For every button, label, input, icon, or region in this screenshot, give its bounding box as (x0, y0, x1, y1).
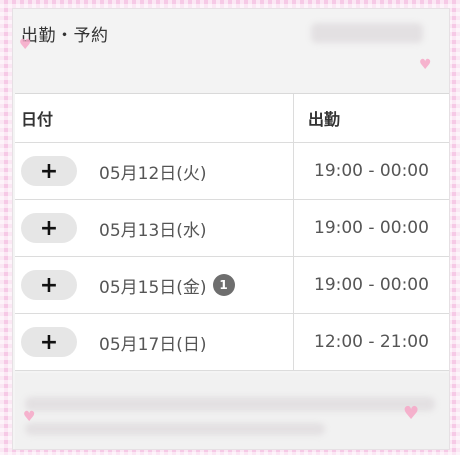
add-reservation-button[interactable]: + (21, 156, 77, 186)
table-row: + 05月13日(水) 19:00 - 00:00 (15, 200, 449, 257)
schedule-table: 日付 出勤 + 05月12日(火) 19:00 - 00:00 + 05月13日… (15, 93, 449, 371)
date-cell: + 05月15日(金) 1 (15, 257, 294, 313)
table-row: + 05月12日(火) 19:00 - 00:00 (15, 143, 449, 200)
reservation-count-badge: 1 (212, 274, 235, 296)
date-label: 05月12日(火) (99, 163, 207, 184)
shift-column-header: 出勤 (308, 110, 341, 129)
shift-time: 19:00 - 00:00 (314, 218, 429, 238)
blurred-footer-content (25, 423, 325, 435)
table-header-row: 日付 出勤 (15, 94, 449, 143)
table-row: + 05月17日(日) 12:00 - 21:00 (15, 314, 449, 371)
date-cell: + 05月13日(水) (15, 200, 294, 256)
date-label: 05月17日(日) (99, 334, 207, 355)
shift-cell: 19:00 - 00:00 (294, 143, 449, 199)
panel-header: 出勤・予約 ♥ ♥ (13, 9, 449, 93)
shift-time: 12:00 - 21:00 (314, 332, 429, 352)
heart-decoration-icon: ♥ (403, 403, 420, 424)
date-label: 05月13日(水) (99, 220, 207, 241)
table-row: + 05月15日(金) 1 19:00 - 00:00 (15, 257, 449, 314)
shift-time: 19:00 - 00:00 (314, 275, 429, 295)
add-reservation-button[interactable]: + (21, 270, 77, 300)
blurred-header-link[interactable] (311, 23, 423, 43)
date-label: 05月15日(金) (99, 277, 207, 298)
date-cell: + 05月12日(火) (15, 143, 294, 199)
heart-decoration-icon: ♥ (19, 37, 32, 53)
date-column-header: 日付 (15, 94, 294, 142)
add-reservation-button[interactable]: + (21, 213, 77, 243)
add-reservation-button[interactable]: + (21, 327, 77, 357)
schedule-panel: 出勤・予約 ♥ ♥ 日付 出勤 + 05月12日(火) 19:00 - 00:0… (12, 8, 450, 450)
blurred-footer: ♥ ♥ (15, 373, 449, 449)
shift-cell: 12:00 - 21:00 (294, 314, 449, 370)
shift-cell: 19:00 - 00:00 (294, 257, 449, 313)
heart-decoration-icon: ♥ (23, 409, 36, 425)
date-cell: + 05月17日(日) (15, 314, 294, 370)
heart-decoration-icon: ♥ (419, 57, 432, 73)
shift-cell: 19:00 - 00:00 (294, 200, 449, 256)
shift-time: 19:00 - 00:00 (314, 161, 429, 181)
panel-title: 出勤・予約 (21, 26, 109, 46)
blurred-footer-content (25, 397, 435, 411)
